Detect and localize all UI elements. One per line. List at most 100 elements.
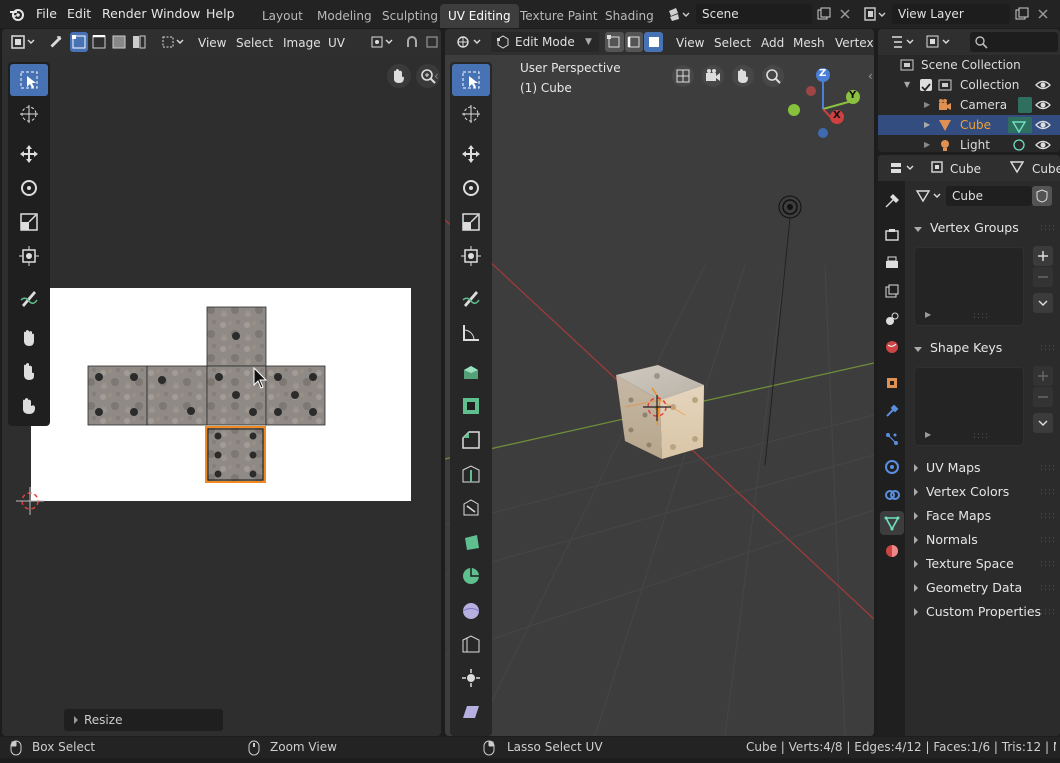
tab-sculpting[interactable]: Sculpting	[374, 4, 446, 28]
gizmo-neg-x-icon[interactable]	[806, 86, 816, 96]
blender-logo-icon[interactable]	[9, 6, 25, 22]
viewport-menu-add[interactable]: Add	[761, 33, 784, 53]
uv-face-right[interactable]	[265, 365, 326, 426]
transform-tool[interactable]	[452, 240, 490, 272]
panel-vertex-groups-header[interactable]: Vertex Groups ::::	[914, 216, 1056, 240]
mesh-name-field[interactable]: Cube	[946, 186, 1032, 206]
view-layer-field[interactable]: View Layer	[892, 4, 1010, 24]
tab-scene-icon[interactable]	[880, 307, 904, 331]
camera-expand-icon[interactable]: ▶	[924, 95, 930, 115]
uv-canvas[interactable]	[2, 55, 441, 736]
bevel-tool[interactable]	[452, 424, 490, 456]
tab-modifiers-icon[interactable]	[880, 399, 904, 423]
edge-select-icon[interactable]	[624, 32, 644, 52]
panel-uv-maps-header[interactable]: UV Maps::::	[914, 456, 1056, 480]
panel-geometry-data-header[interactable]: Geometry Data::::	[914, 576, 1056, 600]
vertex-group-remove-button[interactable]	[1033, 267, 1053, 287]
rotate-tool[interactable]	[452, 172, 490, 204]
menu-edit[interactable]: Edit	[67, 5, 91, 23]
shape-key-add-button[interactable]	[1033, 366, 1053, 386]
mode-dropdown[interactable]: Edit Mode ▼	[491, 32, 599, 52]
extrude-tool[interactable]	[452, 356, 490, 388]
proportional-edit-icon[interactable]	[422, 32, 441, 52]
menu-file[interactable]: File	[36, 5, 57, 23]
uv-face-top[interactable]	[206, 306, 267, 367]
light-expand-icon[interactable]: ▶	[924, 135, 930, 152]
menu-help[interactable]: Help	[206, 5, 235, 23]
outliner-collection-row[interactable]: ▼ Collection	[878, 75, 1060, 95]
scene-selector-icon[interactable]	[666, 5, 692, 23]
tab-modeling[interactable]: Modeling	[309, 4, 380, 28]
camera-data-icon[interactable]	[1018, 97, 1032, 113]
tab-render-icon[interactable]	[880, 223, 904, 247]
uv-face-left-1[interactable]	[87, 365, 148, 426]
tab-uv-editing[interactable]: UV Editing	[440, 4, 519, 28]
toggle-xray-icon[interactable]	[671, 64, 695, 91]
viewport-scene[interactable]	[445, 55, 874, 736]
display-mode-icon[interactable]	[924, 32, 954, 52]
geometry-data-drag-handle[interactable]: ::::	[1040, 576, 1056, 600]
vertex-groups-drag-handle[interactable]: ::::	[1040, 216, 1056, 240]
viewport-pan-icon[interactable]	[731, 64, 755, 91]
panel-texture-space-header[interactable]: Texture Space::::	[914, 552, 1056, 576]
panel-vertex-colors-header[interactable]: Vertex Colors::::	[914, 480, 1056, 504]
tab-output-icon[interactable]	[880, 251, 904, 275]
uv-pan-icon[interactable]	[386, 63, 412, 92]
uv-rotate-tool[interactable]	[10, 172, 48, 204]
outliner-editor-type-icon[interactable]	[888, 32, 918, 52]
tab-constraints-icon[interactable]	[880, 483, 904, 507]
outliner-item-camera[interactable]: ▶ Camera	[878, 95, 1060, 115]
uv-menu-image[interactable]: Image	[283, 33, 321, 53]
knife-tool[interactable]	[452, 492, 490, 524]
shear-tool[interactable]	[452, 696, 490, 728]
viewport-sidebar-toggle-icon[interactable]: ‹	[868, 69, 873, 83]
inset-tool[interactable]	[452, 390, 490, 422]
uv-layout[interactable]	[2, 55, 441, 736]
vertex-group-add-button[interactable]	[1033, 246, 1053, 266]
panel-shape-keys-header[interactable]: Shape Keys ::::	[914, 336, 1056, 360]
normals-drag-handle[interactable]: ::::	[1040, 528, 1056, 552]
collection-expand-icon[interactable]: ▼	[904, 75, 910, 95]
shape-keys-list-resize-handle[interactable]: ::::	[973, 431, 989, 441]
uv-transform-tool[interactable]	[10, 240, 48, 272]
custom-properties-drag-handle[interactable]: ::::	[1040, 600, 1056, 624]
viewport-menu-view[interactable]: View	[676, 33, 704, 53]
sticky-selection-icon[interactable]	[160, 32, 186, 52]
annotate-tool[interactable]	[452, 282, 490, 314]
pivot-point-icon[interactable]	[368, 32, 396, 52]
uv-face-mode-icon[interactable]	[110, 32, 128, 52]
light-visibility-eye-icon[interactable]	[1035, 138, 1051, 152]
uv-menu-uv[interactable]: UV	[328, 33, 345, 53]
vertex-groups-list-expand-icon[interactable]: ▶	[925, 310, 931, 319]
cube-object[interactable]	[616, 365, 704, 459]
tab-world-icon[interactable]	[880, 335, 904, 359]
viewport-editor-type-icon[interactable]	[453, 32, 487, 52]
uv-face-bottom-selected[interactable]	[205, 426, 266, 483]
uv-grab-tool[interactable]	[10, 322, 48, 354]
tab-physics-icon[interactable]	[880, 455, 904, 479]
shape-keys-list[interactable]: ▶ ::::	[914, 367, 1024, 446]
uv-relax-tool[interactable]	[10, 356, 48, 388]
vertex-groups-list-resize-handle[interactable]: ::::	[973, 311, 989, 321]
tab-material-icon[interactable]	[880, 539, 904, 563]
tab-view-layer-icon[interactable]	[880, 279, 904, 303]
spin-tool[interactable]	[452, 560, 490, 592]
scene-name-field[interactable]: Scene	[696, 4, 812, 24]
uv-menu-view[interactable]: View	[198, 33, 226, 53]
measure-tool[interactable]	[452, 316, 490, 348]
menu-render[interactable]: Render	[102, 5, 147, 23]
gizmo-neg-y-icon[interactable]	[788, 104, 800, 116]
navigation-gizmo[interactable]	[785, 67, 865, 147]
cursor-tool[interactable]	[452, 98, 490, 130]
fake-user-shield-icon[interactable]	[1032, 186, 1052, 206]
smooth-tool[interactable]	[452, 594, 490, 626]
shape-keys-list-expand-icon[interactable]: ▶	[925, 430, 931, 439]
uv-sidebar-toggle-icon[interactable]: ‹	[434, 69, 439, 83]
uv-cursor-tool[interactable]	[10, 98, 48, 130]
resize-operator-panel[interactable]: Resize	[64, 709, 223, 731]
uv-scale-tool[interactable]	[10, 206, 48, 238]
face-select-icon[interactable]	[644, 32, 664, 52]
cube-expand-icon[interactable]: ▶	[924, 115, 930, 135]
shape-key-specials-chevron-down-icon[interactable]	[1033, 413, 1053, 433]
uv-select-box-tool[interactable]	[10, 64, 48, 96]
